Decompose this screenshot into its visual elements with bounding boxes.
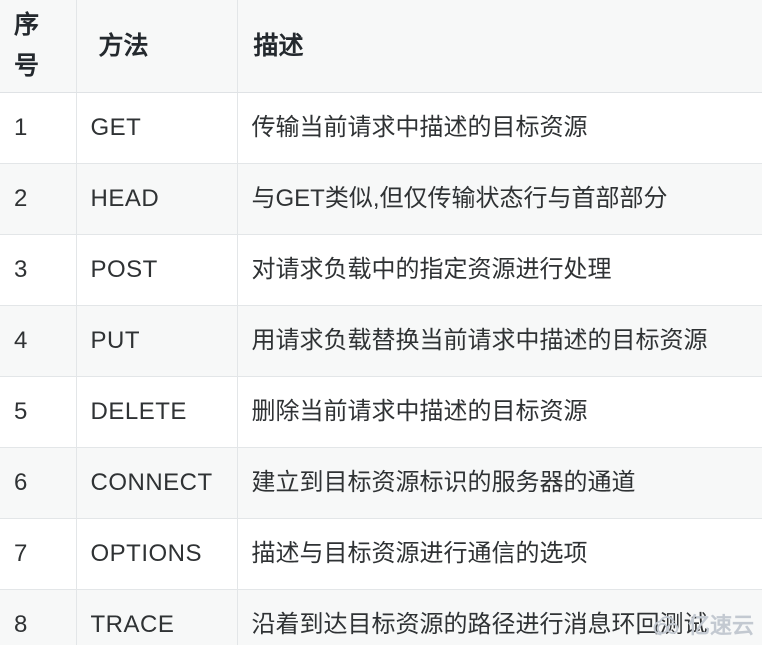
cell-desc: 描述与目标资源进行通信的选项	[237, 518, 762, 590]
table-row: 8 TRACE 沿着到达目标资源的路径进行消息环回测试	[0, 589, 762, 645]
cell-method: HEAD	[76, 163, 238, 235]
cell-desc: 沿着到达目标资源的路径进行消息环回测试	[237, 589, 762, 645]
table-row: 2 HEAD 与GET类似,但仅传输状态行与首部部分	[0, 163, 762, 235]
table-header-row: 序号 方法 描述	[0, 0, 762, 93]
table-row: 5 DELETE 删除当前请求中描述的目标资源	[0, 376, 762, 448]
cell-desc: 与GET类似,但仅传输状态行与首部部分	[237, 163, 762, 235]
cell-method: OPTIONS	[76, 518, 238, 590]
cell-desc: 删除当前请求中描述的目标资源	[237, 376, 762, 448]
cell-index: 4	[0, 305, 77, 377]
table-row: 1 GET 传输当前请求中描述的目标资源	[0, 92, 762, 164]
cell-method: TRACE	[76, 589, 238, 645]
cell-index: 7	[0, 518, 77, 590]
table-row: 6 CONNECT 建立到目标资源标识的服务器的通道	[0, 447, 762, 519]
table-row: 7 OPTIONS 描述与目标资源进行通信的选项	[0, 518, 762, 590]
cell-desc: 用请求负载替换当前请求中描述的目标资源	[237, 305, 762, 377]
cell-desc: 对请求负载中的指定资源进行处理	[237, 234, 762, 306]
cell-method: DELETE	[76, 376, 238, 448]
http-methods-table: 序号 方法 描述 1 GET 传输当前请求中描述的目标资源 2 HEAD 与GE…	[0, 0, 762, 645]
column-header-desc: 描述	[237, 0, 762, 93]
cell-method: CONNECT	[76, 447, 238, 519]
cell-method: GET	[76, 92, 238, 164]
cell-index: 3	[0, 234, 77, 306]
http-methods-table-container: 序号 方法 描述 1 GET 传输当前请求中描述的目标资源 2 HEAD 与GE…	[0, 0, 762, 645]
cell-method: POST	[76, 234, 238, 306]
cell-index: 6	[0, 447, 77, 519]
table-body: 1 GET 传输当前请求中描述的目标资源 2 HEAD 与GET类似,但仅传输状…	[0, 92, 762, 645]
cell-index: 8	[0, 589, 77, 645]
cell-index: 1	[0, 92, 77, 164]
cell-desc: 传输当前请求中描述的目标资源	[237, 92, 762, 164]
cell-desc: 建立到目标资源标识的服务器的通道	[237, 447, 762, 519]
table-row: 4 PUT 用请求负载替换当前请求中描述的目标资源	[0, 305, 762, 377]
column-header-method: 方法	[76, 0, 238, 93]
column-header-index: 序号	[0, 0, 77, 93]
cell-method: PUT	[76, 305, 238, 377]
table-header: 序号 方法 描述	[0, 0, 762, 93]
cell-index: 5	[0, 376, 77, 448]
table-row: 3 POST 对请求负载中的指定资源进行处理	[0, 234, 762, 306]
cell-index: 2	[0, 163, 77, 235]
